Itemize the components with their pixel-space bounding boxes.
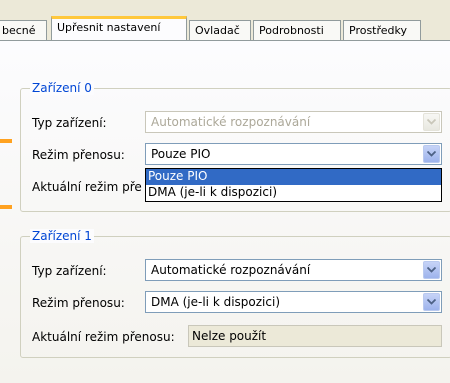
chevron-down-icon [423,113,440,131]
tab-advanced-settings[interactable]: Upřesnit nastavení [51,16,187,40]
device1-transfer-value: DMA (je-li k dispozici) [151,295,280,309]
device1-type-label: Typ zařízení: [32,264,107,278]
device1-current-mode-value: Nelze použít [192,329,267,343]
tab-driver[interactable]: Ovladač [189,20,251,40]
tab-details-label: Podrobnosti [259,24,324,37]
device0-transfer-value: Pouze PIO [151,147,211,161]
device0-type-label: Typ zařízení: [32,116,107,130]
tab-advanced-settings-label: Upřesnit nastavení [57,21,161,34]
chevron-down-icon[interactable] [423,261,440,279]
tab-general-label: becné [2,24,36,37]
tab-general[interactable]: becné [0,20,47,40]
chevron-down-icon[interactable] [423,145,440,163]
device0-transfer-dropdown-list: Pouze PIO DMA (je-li k dispozici) [145,168,442,202]
device1-group-title: Zařízení 1 [30,229,94,243]
tab-driver-label: Ovladač [195,24,240,37]
device1-transfer-combo[interactable]: DMA (je-li k dispozici) [145,291,442,313]
dropdown-option-dma[interactable]: DMA (je-li k dispozici) [146,185,441,201]
device0-type-value: Automatické rozpoznávání [151,115,311,129]
device1-type-combo[interactable]: Automatické rozpoznávání [145,259,442,281]
accent-bar-bottom [0,205,12,209]
chevron-down-icon[interactable] [423,293,440,311]
device1-type-value: Automatické rozpoznávání [151,263,311,277]
device0-current-mode-label: Aktuální režim pře [32,180,142,194]
tab-resources[interactable]: Prostředky [343,20,421,40]
device0-transfer-combo[interactable]: Pouze PIO [145,143,442,165]
device1-transfer-label: Režim přenosu: [32,296,125,310]
device0-transfer-label: Režim přenosu: [32,148,125,162]
tab-resources-label: Prostředky [349,24,408,37]
tab-details[interactable]: Podrobnosti [253,20,341,40]
device0-type-combo[interactable]: Automatické rozpoznávání [145,111,442,133]
accent-bar-top [0,139,12,143]
device1-current-mode-field: Nelze použít [188,325,442,347]
device1-current-mode-label: Aktuální režim přenosu: [32,330,175,344]
device0-group-title: Zařízení 0 [30,81,94,95]
dropdown-option-pio[interactable]: Pouze PIO [146,169,441,185]
